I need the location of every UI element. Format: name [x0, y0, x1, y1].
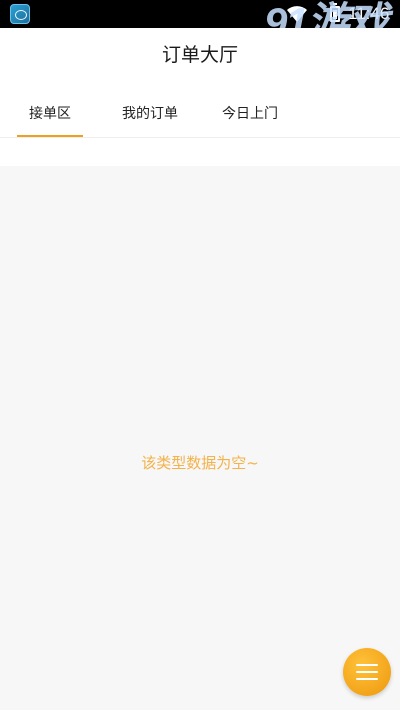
status-bar: 11:46: [0, 0, 400, 28]
battery-icon: [330, 3, 340, 22]
tab-bar: 接单区 我的订单 今日上门: [0, 98, 400, 138]
tab-today-visits[interactable]: 今日上门: [217, 98, 283, 138]
app-notification-icon: [10, 4, 30, 24]
tab-my-orders[interactable]: 我的订单: [117, 98, 183, 138]
menu-icon: [356, 662, 378, 682]
wifi-icon: [287, 6, 307, 22]
menu-button[interactable]: [343, 648, 391, 696]
empty-state-message: 该类型数据为空~: [141, 454, 259, 472]
tabs-divider: [0, 137, 400, 138]
status-time: 11:46: [348, 4, 390, 23]
tab-accept-orders[interactable]: 接单区: [17, 98, 83, 138]
page-header: 订单大厅 接单区 我的订单 今日上门: [0, 28, 400, 166]
page-title: 订单大厅: [161, 44, 238, 66]
